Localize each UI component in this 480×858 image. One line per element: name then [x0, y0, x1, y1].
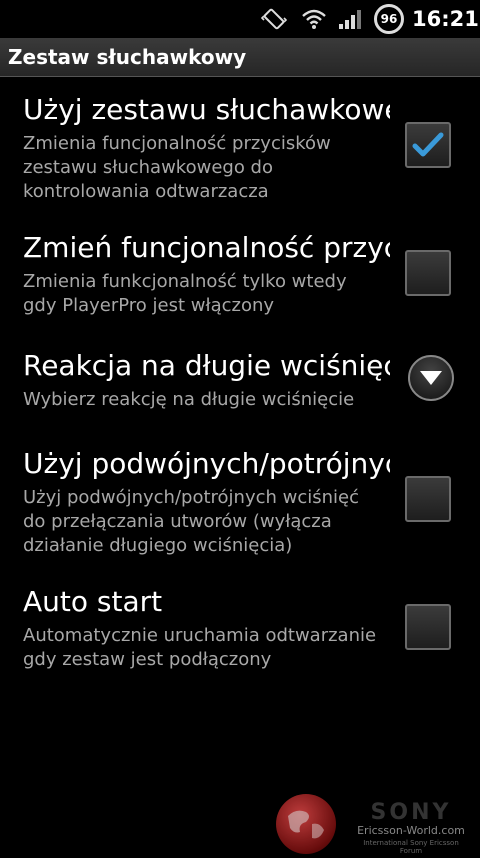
checkmark-icon: [412, 132, 444, 157]
pref-summary: Zmienia funcjonalność przycisków zestawu…: [23, 133, 331, 202]
vibrate-icon: [258, 0, 290, 38]
wifi-icon: [298, 0, 330, 38]
use-headset-checkbox[interactable]: [405, 122, 451, 168]
pref-title: Użyj zestawu słuchawkowego: [23, 93, 390, 126]
change-buttons-checkbox[interactable]: [405, 250, 451, 296]
pref-auto-start[interactable]: Auto start Automatycznie uruchamia odtwa…: [0, 584, 480, 684]
clock: 16:21: [412, 7, 479, 31]
battery-icon: 96: [370, 0, 408, 38]
double-triple-checkbox[interactable]: [405, 476, 451, 522]
watermark-brand: SONY: [370, 800, 452, 825]
page-title: Zestaw słuchawkowy: [8, 45, 247, 69]
chevron-down-icon: [420, 371, 442, 385]
signal-icon: [336, 0, 364, 38]
auto-start-checkbox[interactable]: [405, 604, 451, 650]
status-bar: 96 16:21: [0, 0, 480, 38]
pref-title: Auto start: [23, 585, 163, 618]
globe-logo-icon: [276, 794, 336, 854]
pref-summary: Automatycznie uruchamia odtwarzanie gdy …: [23, 625, 377, 670]
pref-title: Użyj podwójnych/potrójnych wciśnięć: [23, 447, 390, 480]
pref-summary: Użyj podwójnych/potrójnych wciśnięć do p…: [23, 487, 360, 556]
watermark-tagline: International Sony Ericsson Forum: [363, 839, 459, 855]
pref-title: Reakcja na długie wciśnięcie: [23, 349, 390, 382]
pref-title: Zmień funcjonalność przycisków: [23, 231, 390, 264]
long-press-dropdown[interactable]: [408, 355, 454, 401]
title-bar: Zestaw słuchawkowy: [0, 38, 480, 77]
pref-long-press[interactable]: Reakcja na długie wciśnięcie Wybierz rea…: [0, 348, 480, 418]
pref-use-headset[interactable]: Użyj zestawu słuchawkowego Zmienia funcj…: [0, 92, 480, 212]
battery-percent: 96: [374, 4, 404, 34]
pref-double-triple[interactable]: Użyj podwójnych/potrójnych wciśnięć Użyj…: [0, 446, 480, 566]
pref-summary: Zmienia funkcjonalność tylko wtedy gdy P…: [23, 271, 347, 316]
pref-summary: Wybierz reakcję na długie wciśnięcie: [23, 389, 355, 410]
watermark-site: Ericsson-World.com: [357, 824, 465, 837]
pref-change-buttons[interactable]: Zmień funcjonalność przycisków Zmienia f…: [0, 230, 480, 330]
